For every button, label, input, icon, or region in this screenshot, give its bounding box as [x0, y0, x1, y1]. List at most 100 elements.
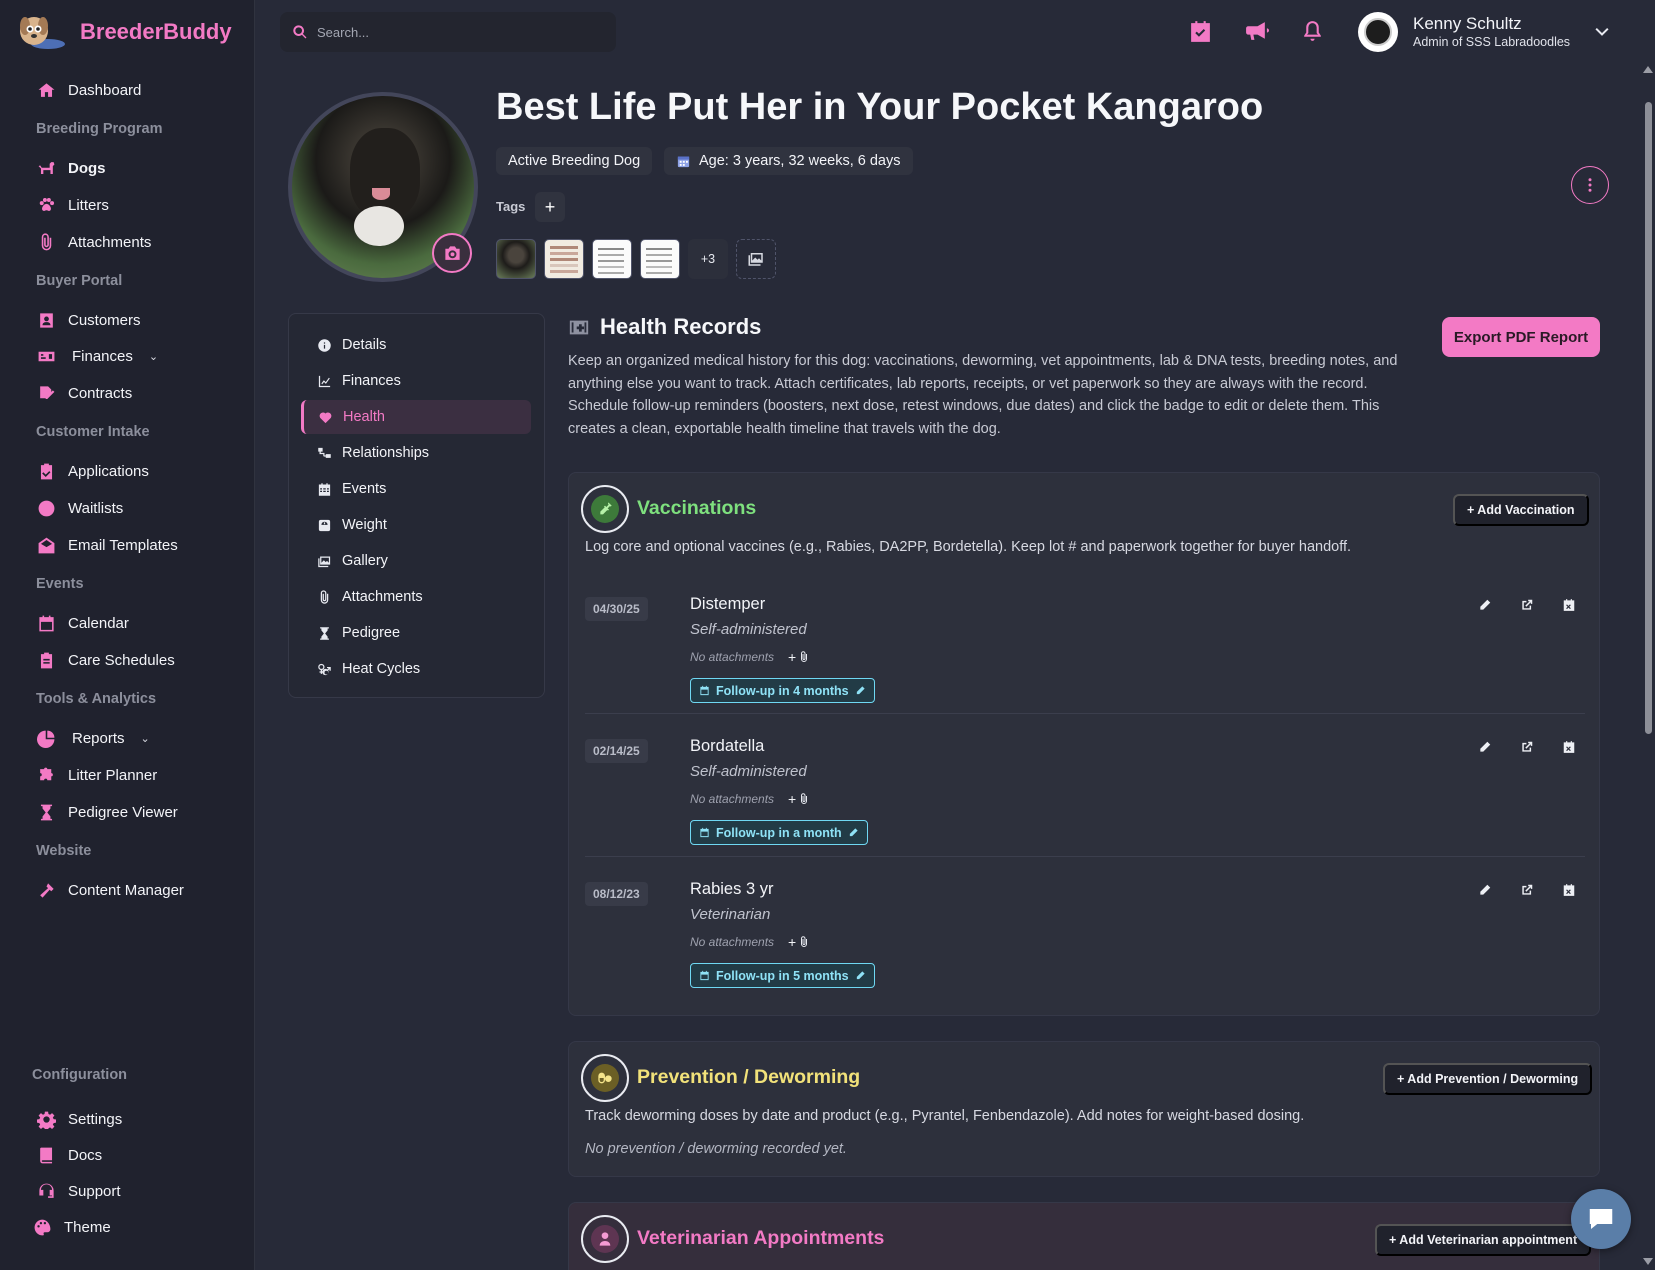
nav-content-manager[interactable]: Content Manager: [36, 876, 184, 904]
external-link-icon: [1522, 599, 1533, 610]
scrollbar-thumb[interactable]: [1645, 102, 1652, 734]
nav-theme[interactable]: Theme: [32, 1213, 111, 1241]
search-input[interactable]: [317, 24, 587, 40]
attachments-text: No attachments: [690, 650, 775, 664]
nav-email-templates[interactable]: Email Templates: [36, 531, 178, 559]
headset-icon: [36, 1181, 56, 1201]
scroll-down-arrow[interactable]: [1643, 1258, 1653, 1265]
more-actions-button[interactable]: [1571, 166, 1609, 204]
subnav-label: Health: [343, 409, 385, 425]
add-vet-appointment-button[interactable]: + Add Veterinarian appointment: [1375, 1224, 1592, 1256]
nav-attachments[interactable]: Attachments: [36, 228, 151, 256]
nav-dogs[interactable]: Dogs: [36, 154, 106, 182]
brand[interactable]: BreederBuddy: [16, 12, 232, 52]
gallery-thumbnail[interactable]: [640, 239, 680, 279]
nav-applications[interactable]: Applications: [36, 457, 149, 485]
nav-label: Applications: [68, 462, 149, 480]
hourglass-icon: [320, 626, 329, 640]
list-item: 08/12/23 Rabies 3 yr Veterinarian No att…: [585, 870, 1585, 1012]
card-description: Track deworming doses by date and produc…: [585, 1108, 1305, 1124]
vet-appointments-card: Veterinarian Appointments + Add Veterina…: [568, 1202, 1600, 1270]
followup-badge[interactable]: Follow-up in a month: [690, 820, 868, 845]
open-button[interactable]: [1519, 882, 1535, 898]
age-badge: Age: 3 years, 32 weeks, 6 days: [664, 147, 913, 175]
external-link-icon: [1522, 884, 1533, 895]
nav-reports[interactable]: Reports ⌄: [36, 724, 150, 752]
add-prevention-button[interactable]: + Add Prevention / Deworming: [1383, 1063, 1593, 1095]
export-pdf-button[interactable]: Export PDF Report: [1442, 317, 1600, 357]
pencil-icon: [1480, 741, 1491, 752]
open-button[interactable]: [1519, 739, 1535, 755]
nav-contracts[interactable]: Contracts: [36, 379, 132, 407]
followup-badge[interactable]: Follow-up in 5 months: [690, 963, 875, 988]
nav-waitlists[interactable]: Waitlists: [36, 494, 123, 522]
nav-litters[interactable]: Litters: [36, 191, 109, 219]
vertical-dots-icon: [1588, 178, 1592, 192]
add-attachment-button[interactable]: +: [788, 649, 810, 665]
record-administered-by: Self-administered: [690, 621, 807, 638]
pencil-icon: [856, 686, 865, 695]
calendar-check-button[interactable]: [1186, 17, 1214, 45]
section-breeding-program: Breeding Program: [36, 121, 163, 137]
nav-calendar[interactable]: Calendar: [36, 609, 129, 637]
gallery-thumbnail[interactable]: [544, 239, 584, 279]
nav-litter-planner[interactable]: Litter Planner: [36, 761, 157, 789]
nav-dashboard[interactable]: Dashboard: [36, 76, 141, 104]
subnav-heat-cycles[interactable]: Heat Cycles: [301, 652, 531, 686]
announcements-button[interactable]: [1242, 17, 1270, 45]
notifications-button[interactable]: [1298, 17, 1326, 45]
prevention-card: Prevention / Deworming + Add Prevention …: [568, 1041, 1600, 1177]
status-badge: Active Breeding Dog: [496, 147, 653, 175]
gallery-thumbnail[interactable]: [592, 239, 632, 279]
add-photo-button[interactable]: [736, 239, 776, 279]
search-box[interactable]: [280, 12, 616, 52]
add-attachment-button[interactable]: +: [788, 934, 810, 950]
scroll-up-arrow[interactable]: [1643, 66, 1653, 73]
subnav-health[interactable]: Health: [301, 400, 531, 434]
chat-button[interactable]: [1571, 1189, 1631, 1249]
add-vaccination-button[interactable]: + Add Vaccination: [1453, 494, 1589, 526]
more-photos-button[interactable]: +3: [688, 239, 728, 279]
trash-icon: [1563, 884, 1575, 896]
subnav-attachments[interactable]: Attachments: [301, 580, 531, 614]
section-title-text: Health Records: [600, 314, 762, 339]
trash-icon: [1563, 599, 1575, 611]
user-menu[interactable]: Kenny Schultz Admin of SSS Labradoodles: [1348, 8, 1614, 56]
delete-button[interactable]: [1561, 597, 1577, 613]
nav-customers[interactable]: Customers: [36, 306, 141, 334]
followup-badge[interactable]: Follow-up in 4 months: [690, 678, 875, 703]
delete-button[interactable]: [1561, 739, 1577, 755]
subnav-events[interactable]: Events: [301, 472, 531, 506]
subnav-label: Heat Cycles: [342, 661, 421, 677]
nav-label: Calendar: [68, 614, 129, 632]
subnav-pedigree[interactable]: Pedigree: [301, 616, 531, 650]
nav-pedigree-viewer[interactable]: Pedigree Viewer: [36, 798, 178, 826]
subnav-gallery[interactable]: Gallery: [301, 544, 531, 578]
subnav-weight[interactable]: Weight: [301, 508, 531, 542]
subnav-details[interactable]: Details: [301, 328, 531, 362]
nav-support[interactable]: Support: [36, 1177, 121, 1205]
pencil-icon: [856, 971, 865, 980]
add-tag-button[interactable]: +: [535, 192, 565, 222]
dog-subnav: Details Finances Health Relationships Ev…: [288, 313, 545, 698]
calendar-icon: [677, 156, 690, 167]
edit-button[interactable]: [1477, 597, 1493, 613]
nav-care-schedules[interactable]: Care Schedules: [36, 646, 175, 674]
nav-docs[interactable]: Docs: [36, 1141, 102, 1169]
subnav-finances[interactable]: Finances: [301, 364, 531, 398]
record-name: Rabies 3 yr: [690, 880, 774, 898]
edit-button[interactable]: [1477, 739, 1493, 755]
followup-text: Follow-up in 5 months: [716, 968, 849, 983]
subnav-relationships[interactable]: Relationships: [301, 436, 531, 470]
change-photo-button[interactable]: [432, 233, 472, 273]
add-attachment-button[interactable]: +: [788, 791, 810, 807]
nav-settings[interactable]: Settings: [36, 1105, 122, 1133]
open-button[interactable]: [1519, 597, 1535, 613]
nav-finances[interactable]: Finances ⌄: [36, 342, 158, 370]
palette-icon: [32, 1217, 52, 1237]
sidebar: BreederBuddy Dashboard Breeding Program …: [0, 0, 255, 1270]
delete-button[interactable]: [1561, 882, 1577, 898]
nav-label: Reports: [72, 729, 125, 747]
edit-button[interactable]: [1477, 882, 1493, 898]
gallery-thumbnail[interactable]: [496, 239, 536, 279]
